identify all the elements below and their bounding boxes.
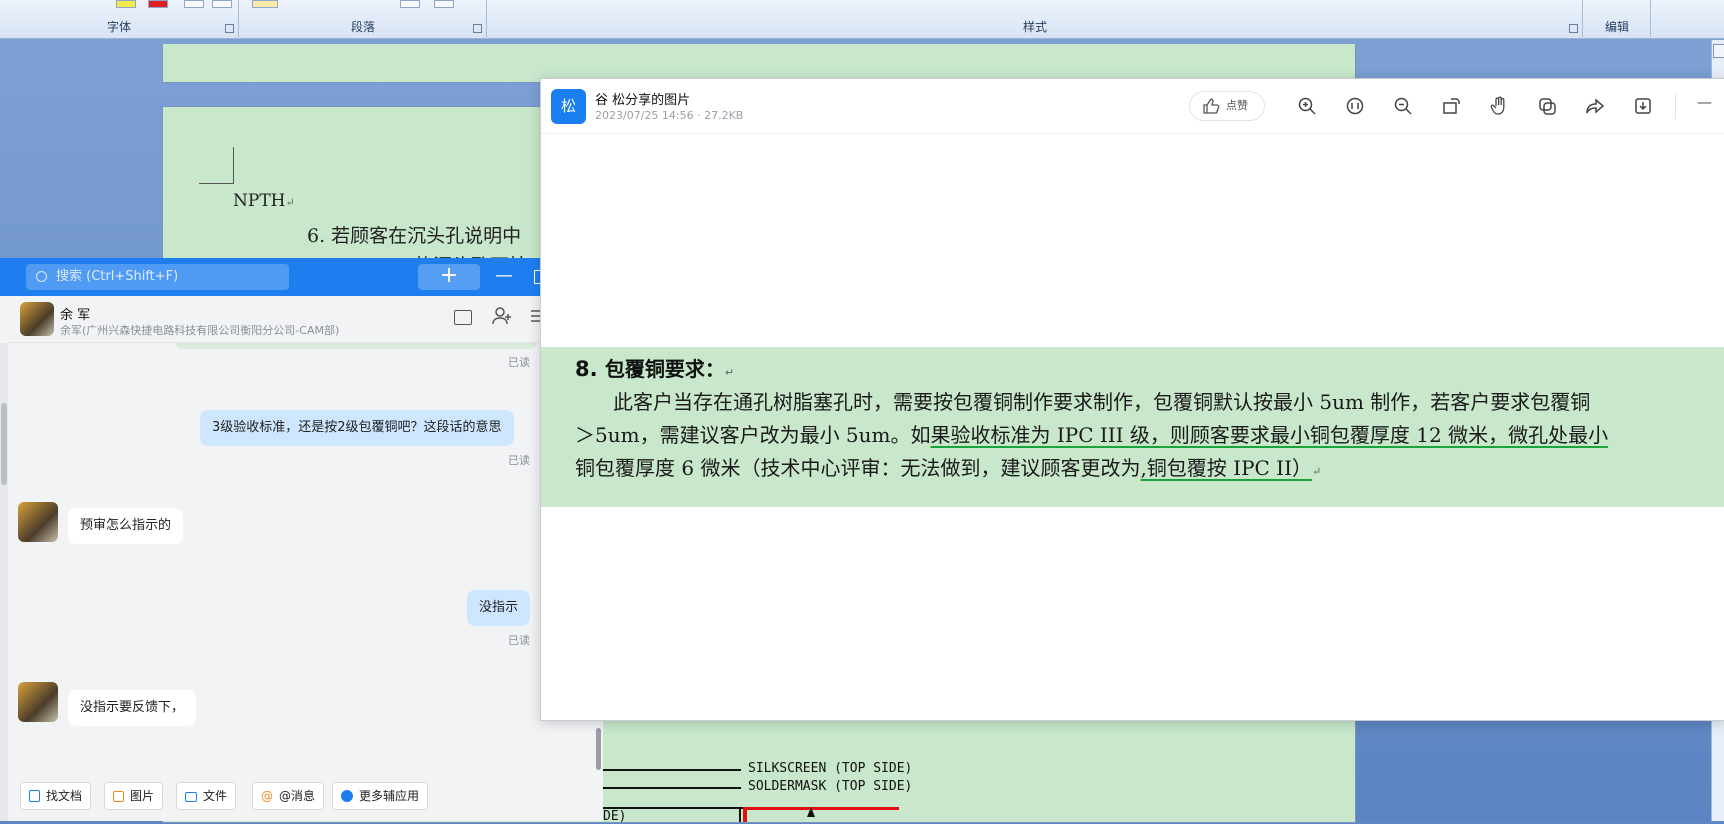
dialog-launcher-icon[interactable]	[473, 24, 482, 33]
section-heading: 8. 包覆铜要求：↵	[575, 357, 735, 381]
message-bubble-sent[interactable]: 没指示	[467, 590, 531, 626]
folder-icon[interactable]	[454, 310, 472, 325]
chat-scroll-thumb[interactable]	[596, 728, 601, 770]
chat-contact-header: 余 军 余军(广州兴森快捷电路科技有限公司衡阳分公司-CAM部)	[8, 296, 603, 343]
contact-org: 余军(广州兴森快捷电路科技有限公司衡阳分公司-CAM部)	[60, 324, 340, 337]
minimize-button[interactable]: —	[1697, 93, 1712, 111]
search-placeholder: 搜索 (Ctrl+Shift+F)	[56, 269, 179, 284]
split-view-icon[interactable]	[1713, 44, 1724, 58]
dialog-launcher-icon[interactable]	[225, 24, 234, 33]
add-member-icon[interactable]	[492, 306, 512, 326]
drawing-arrow	[807, 807, 815, 817]
margin-marker	[233, 147, 234, 183]
ribbon-group-styles: 样式	[488, 0, 1583, 37]
highlighted-requirement: ,铜包覆按 IPC II）	[1140, 456, 1312, 480]
char-border-button[interactable]	[184, 0, 204, 8]
paragraph-line: ＞5um，需建议客户改为最小 5um。如果验收标准为 IPC III 级，则顾客…	[575, 423, 1609, 447]
chat-window: 搜索 (Ctrl+Shift+F) + — 余 军 余军(广州兴森快捷电路科技有…	[0, 258, 603, 821]
more-apps-button[interactable]: 更多辅应用	[332, 782, 429, 810]
contact-name: 余 军	[60, 308, 91, 323]
image-title: 谷 松分享的图片	[595, 93, 691, 108]
highlighted-requirement: 果验收标准为 IPC III 级，则顾客要求最小铜包覆厚度 12 微米，微孔处最…	[930, 423, 1609, 447]
create-button[interactable]: +	[418, 264, 480, 290]
file-button[interactable]: 文件	[176, 782, 237, 810]
minimize-button[interactable]: —	[492, 264, 516, 290]
font-color-button[interactable]	[148, 0, 168, 8]
toolbar-divider	[1675, 93, 1676, 119]
shading-button[interactable]	[252, 0, 278, 8]
thumbs-up-icon	[1202, 97, 1220, 115]
message-bubble-received[interactable]: 预审怎么指示的	[68, 508, 184, 544]
chat-topbar: 搜索 (Ctrl+Shift+F) + —	[0, 258, 603, 296]
ribbon-group-editing: 编辑	[1584, 0, 1651, 37]
previous-message-bubble	[176, 343, 536, 349]
doc-line: NPTH↵	[233, 191, 295, 211]
paragraph-line: 铜包覆厚度 6 微米（技术中心评审：无法做到，建议顾客更改为,铜包覆按 IPC …	[575, 456, 1322, 480]
ribbon-group-label: 编辑	[1604, 20, 1629, 34]
doc-line: 6. 若顾客在沉头孔说明中	[307, 225, 522, 247]
search-input[interactable]: 搜索 (Ctrl+Shift+F)	[26, 264, 289, 290]
image-meta: 2023/07/25 14:56 · 27.2KB	[595, 109, 744, 122]
word-ribbon: 字体 段落 样式 编辑	[0, 0, 1724, 39]
ribbon-group-label: 样式	[1022, 20, 1047, 34]
highlight-color-button[interactable]	[116, 0, 136, 8]
border-button[interactable]	[400, 0, 420, 8]
extract-text-icon[interactable]	[1537, 96, 1557, 116]
find-document-button[interactable]: 找文档	[20, 782, 92, 810]
sharer-avatar: 松	[551, 89, 586, 124]
chat-toolbar: 找文档 图片 文件 @ @消息 更多辅应用	[8, 774, 596, 821]
ribbon-group-label: 段落	[350, 20, 375, 34]
rotate-icon[interactable]	[1441, 96, 1461, 116]
paragraph-line: 此客户当存在通孔树脂塞孔时，需要按包覆铜制作要求制作，包覆铜默认按最小 5um …	[613, 390, 1591, 414]
message-bubble-received[interactable]: 没指示要反馈下，	[68, 690, 197, 726]
read-status: 已读	[508, 454, 530, 467]
drawing-leader-line	[603, 769, 741, 771]
chat-left-scroll-thumb[interactable]	[1, 403, 7, 485]
message-bubble-sent[interactable]: 3级验收标准，还是按2级包覆铜吧？这段话的意思	[200, 410, 514, 446]
drawing-line	[739, 809, 741, 822]
drawing-label: DE)	[603, 809, 627, 824]
image-viewer-toolbar: 松 谷 松分享的图片 2023/07/25 14:56 · 27.2KB 点赞 …	[541, 79, 1724, 134]
like-button[interactable]: 点赞	[1189, 91, 1265, 121]
drawing-label: SILKSCREEN (TOP SIDE)	[748, 761, 913, 776]
read-status: 已读	[508, 634, 530, 647]
sender-avatar[interactable]	[18, 682, 58, 722]
read-status: 已读	[508, 356, 530, 369]
at-icon: @	[261, 789, 273, 803]
download-icon[interactable]	[1633, 96, 1653, 116]
zoom-in-icon[interactable]	[1297, 96, 1317, 116]
hand-drag-icon[interactable]	[1489, 96, 1509, 116]
image-button[interactable]: 图片	[104, 782, 164, 810]
shared-image-content: 8. 包覆铜要求：↵ 此客户当存在通孔树脂塞孔时，需要按包覆铜制作要求制作，包覆…	[541, 347, 1724, 507]
chat-left-rail	[0, 343, 8, 821]
forward-icon[interactable]	[1585, 96, 1605, 116]
zoom-out-icon[interactable]	[1393, 96, 1413, 116]
ribbon-group-paragraph: 段落	[240, 0, 487, 37]
margin-marker	[199, 183, 234, 184]
mention-button[interactable]: @ @消息	[252, 782, 325, 810]
char-shading-button[interactable]	[212, 0, 232, 8]
drawing-red-line	[743, 807, 899, 810]
document-icon	[29, 790, 40, 802]
drawing-leader-line	[603, 787, 741, 789]
search-icon	[36, 271, 47, 282]
image-icon	[113, 791, 124, 802]
folder-icon	[185, 792, 197, 802]
apps-icon	[341, 790, 353, 802]
ribbon-group-label: 字体	[106, 20, 131, 34]
ribbon-group-font: 字体	[0, 0, 239, 37]
actual-size-icon[interactable]	[1345, 96, 1365, 116]
sender-avatar[interactable]	[18, 502, 58, 542]
contact-avatar[interactable]	[20, 302, 54, 336]
drawing-label: SOLDERMASK (TOP SIDE)	[748, 779, 913, 794]
dialog-launcher-icon[interactable]	[1569, 24, 1578, 33]
border-dropdown-button[interactable]	[434, 0, 454, 8]
image-viewer-window: 松 谷 松分享的图片 2023/07/25 14:56 · 27.2KB 点赞 …	[540, 78, 1724, 721]
